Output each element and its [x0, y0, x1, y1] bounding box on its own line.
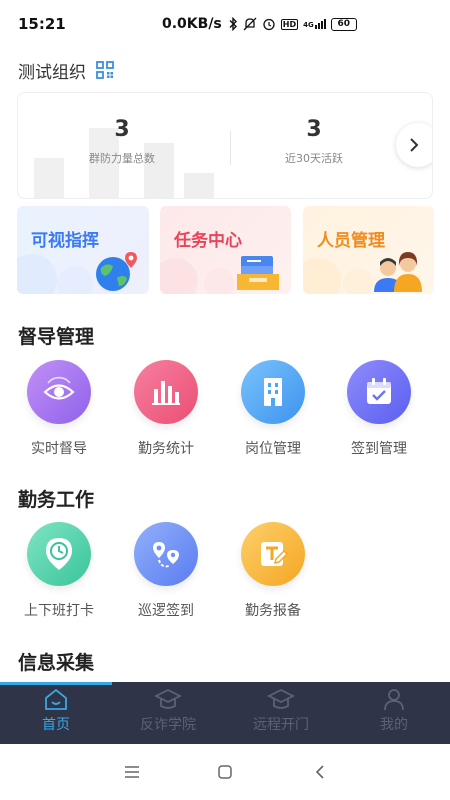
mute-icon — [243, 17, 257, 31]
eye-icon — [27, 360, 91, 424]
building-icon — [241, 360, 305, 424]
grid-item-duty-report[interactable]: 勤务报备 — [223, 522, 323, 620]
grid-label: 签到管理 — [351, 441, 407, 457]
tab-anti-fraud-academy[interactable]: 反诈学院 — [112, 682, 224, 744]
globe-icon — [96, 252, 137, 291]
chevron-right-icon — [410, 138, 419, 152]
net-speed: 0.0KB/s — [162, 16, 222, 32]
edit-doc-icon — [241, 522, 305, 586]
section-title-duty-work: 勤务工作 — [18, 489, 95, 511]
grid-label: 实时督导 — [31, 441, 87, 457]
stat-label: 近30天活跃 — [285, 152, 343, 165]
clock-pin-icon — [27, 522, 91, 586]
stat-label: 群防力量总数 — [89, 152, 155, 165]
hd-icon: HD — [280, 18, 299, 30]
stat-total-force: 3 群防力量总数 — [32, 117, 212, 166]
alarm-icon — [263, 18, 275, 31]
bar-chart-icon — [134, 360, 198, 424]
graduation-cap-icon — [154, 688, 182, 709]
user-icon — [384, 689, 404, 711]
status-bar: 15:21 0.0KB/s HD 4G 60 — [0, 0, 450, 48]
grid-label: 勤务统计 — [138, 441, 194, 457]
home-square-icon[interactable] — [215, 764, 235, 780]
grid-item-post-management[interactable]: 岗位管理 — [223, 360, 323, 458]
section-title-info-collection: 信息采集 — [18, 652, 95, 674]
status-time: 15:21 — [18, 15, 66, 33]
grid-label: 勤务报备 — [245, 603, 301, 619]
people-icon — [374, 252, 422, 292]
bluetooth-icon — [229, 17, 237, 31]
tab-label: 我的 — [380, 717, 408, 733]
tab-label: 反诈学院 — [140, 717, 196, 733]
tab-home[interactable]: 首页 — [0, 682, 112, 744]
feature-task-center[interactable]: 任务中心 — [160, 206, 291, 294]
system-navigation-bar — [0, 744, 450, 800]
tab-label: 首页 — [42, 717, 70, 733]
qr-code-icon[interactable] — [96, 61, 114, 79]
tab-mine[interactable]: 我的 — [338, 682, 450, 744]
menu-icon[interactable] — [122, 764, 142, 780]
tab-remote-door-open[interactable]: 远程开门 — [225, 682, 337, 744]
status-indicators: 0.0KB/s HD 4G 60 — [162, 16, 357, 32]
stat-active-30-days: 3 近30天活跃 — [224, 117, 404, 166]
org-title: 测试组织 — [18, 62, 86, 83]
graduation-cap-icon — [267, 688, 295, 709]
grid-item-duty-statistics[interactable]: 勤务统计 — [116, 360, 216, 458]
feature-personnel-management[interactable]: 人员管理 — [303, 206, 434, 294]
inbox-icon — [237, 256, 279, 290]
feature-label: 可视指挥 — [31, 231, 99, 251]
feature-visual-command[interactable]: 可视指挥 — [17, 206, 149, 294]
network-type: 4G — [303, 21, 314, 29]
home-icon — [45, 688, 67, 710]
grid-label: 岗位管理 — [245, 441, 301, 457]
org-header: 测试组织 — [18, 56, 114, 84]
signal-icon: 4G — [303, 19, 326, 29]
stats-card: 3 群防力量总数 3 近30天活跃 — [17, 92, 433, 199]
bottom-tab-bar: 首页 反诈学院 远程开门 我的 — [0, 682, 450, 744]
route-icon — [134, 522, 198, 586]
grid-item-clock-in[interactable]: 上下班打卡 — [9, 522, 109, 620]
stat-value: 3 — [306, 117, 322, 142]
feature-label: 任务中心 — [174, 231, 242, 251]
next-button[interactable] — [396, 123, 432, 167]
battery-icon: 60 — [330, 17, 357, 31]
grid-item-realtime-supervision[interactable]: 实时督导 — [9, 360, 109, 458]
grid-item-checkin-management[interactable]: 签到管理 — [329, 360, 429, 458]
stat-value: 3 — [114, 117, 130, 142]
grid-label: 上下班打卡 — [24, 603, 94, 619]
grid-label: 巡逻签到 — [138, 603, 194, 619]
tab-label: 远程开门 — [253, 717, 309, 733]
back-icon[interactable] — [310, 764, 330, 780]
section-title-supervision: 督导管理 — [18, 326, 95, 348]
grid-item-patrol-checkin[interactable]: 巡逻签到 — [116, 522, 216, 620]
calendar-check-icon — [347, 360, 411, 424]
